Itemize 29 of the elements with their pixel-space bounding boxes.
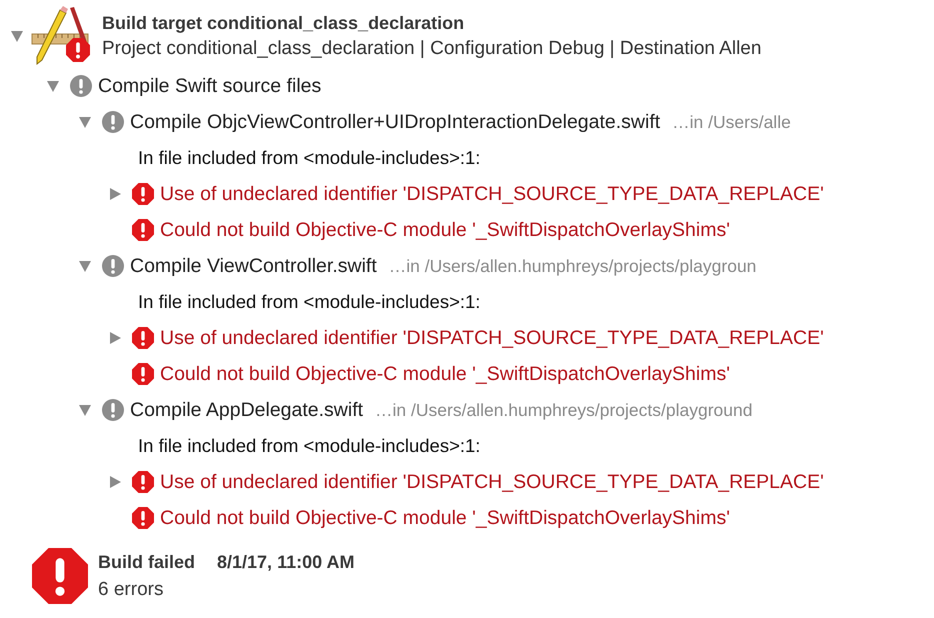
error-message: Use of undeclared identifier 'DISPATCH_SOURCE_TYPE_DATA_REPLACE' — [160, 182, 824, 206]
build-target-details: Project conditional_class_declaration | Configuration Debug | Destination Allen — [102, 38, 762, 60]
disclosure-triangle[interactable] — [78, 115, 92, 129]
error-message: Could not build Objective-C module '_SwiftDispatchOverlayShims' — [160, 506, 730, 530]
error-message: Use of undeclared identifier 'DISPATCH_SOURCE_TYPE_DATA_REPLACE' — [160, 470, 824, 494]
disclosure-triangle[interactable] — [46, 79, 60, 93]
disclosure-triangle[interactable] — [78, 403, 92, 417]
note-message: In file included from <module-includes>:1: — [138, 291, 480, 313]
error-message: Could not build Objective-C module '_SwiftDispatchOverlayShims' — [160, 218, 730, 242]
compile-file-title: Compile ObjcViewController+UIDropInteractionDelegate.swift — [130, 110, 660, 134]
disclosure-triangle[interactable] — [108, 187, 122, 201]
note-message: In file included from <module-includes>:1: — [138, 147, 480, 169]
disclosure-triangle[interactable] — [108, 475, 122, 489]
build-result-title: Build failed — [98, 552, 196, 572]
error-message: Could not build Objective-C module '_SwiftDispatchOverlayShims' — [160, 362, 730, 386]
error-message: Use of undeclared identifier 'DISPATCH_SOURCE_TYPE_DATA_REPLACE' — [160, 326, 824, 350]
build-timestamp: 8/1/17, 11:00 AM — [217, 552, 354, 572]
step-title: Compile Swift source files — [98, 74, 322, 98]
compile-file-title: Compile AppDelegate.swift — [130, 398, 364, 422]
error-count: 6 errors — [98, 578, 164, 600]
build-target-title: Build target conditional_class_declaration — [102, 12, 466, 34]
note-message: In file included from <module-includes>:1: — [138, 435, 480, 457]
compile-file-title: Compile ViewController.swift — [130, 254, 377, 278]
disclosure-triangle[interactable] — [108, 331, 122, 345]
disclosure-triangle[interactable] — [10, 29, 24, 43]
file-path: …in /Users/alle — [672, 112, 791, 132]
file-path: …in /Users/allen.humphreys/projects/playground — [375, 400, 752, 420]
disclosure-triangle[interactable] — [78, 259, 92, 273]
file-path: …in /Users/allen.humphreys/projects/playgroun — [388, 256, 756, 276]
